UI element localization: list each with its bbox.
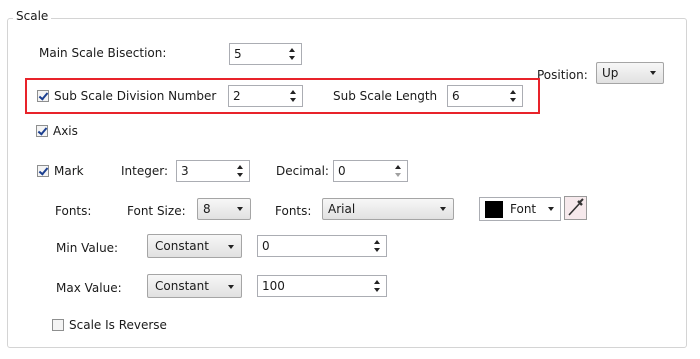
max-mode-value: Constant: [155, 279, 209, 293]
decimal-spinbox[interactable]: 0: [333, 160, 408, 182]
spin-arrows-icon[interactable]: [288, 87, 300, 105]
max-value-value: 100: [262, 279, 285, 293]
font-size-label: Font Size:: [127, 204, 186, 218]
fonts-row-label: Fonts:: [55, 204, 92, 218]
chevron-down-icon: [228, 285, 234, 289]
spin-arrows-icon[interactable]: [393, 162, 405, 180]
group-title: Scale: [13, 9, 52, 23]
min-mode-value: Constant: [155, 239, 209, 253]
color-picker-button[interactable]: [564, 196, 587, 220]
scale-reverse-checkbox[interactable]: [52, 319, 64, 331]
main-scale-label: Main Scale Bisection:: [39, 46, 167, 60]
min-value-value: 0: [262, 239, 270, 253]
min-value-label: Min Value:: [56, 241, 119, 255]
spin-arrows-icon[interactable]: [372, 237, 384, 255]
chevron-down-icon: [228, 245, 234, 249]
font-size-value: 8: [203, 202, 211, 216]
sub-length-spinbox[interactable]: 6: [447, 85, 523, 107]
mark-label: Mark: [54, 164, 84, 178]
axis-label: Axis: [53, 124, 78, 138]
color-swatch: [485, 201, 503, 218]
position-label: Position:: [537, 68, 588, 82]
chevron-down-icon: [650, 71, 656, 75]
font-size-dropdown[interactable]: 8: [197, 198, 251, 220]
position-dropdown[interactable]: Up: [596, 62, 664, 84]
min-value-spinbox[interactable]: 0: [257, 235, 387, 257]
position-value: Up: [602, 66, 619, 80]
sub-length-value: 6: [452, 89, 460, 103]
chevron-down-icon: [440, 207, 446, 211]
decimal-value: 0: [338, 164, 346, 178]
eyedropper-icon: [568, 198, 584, 216]
spin-arrows-icon[interactable]: [372, 277, 384, 295]
sub-scale-label: Sub Scale Division Number: [54, 89, 217, 103]
font-family-label: Fonts:: [275, 204, 312, 218]
spin-arrows-icon[interactable]: [287, 45, 299, 63]
font-family-dropdown[interactable]: Arial: [322, 198, 454, 220]
chevron-down-icon: [548, 207, 554, 211]
main-scale-spinbox[interactable]: 5: [229, 43, 302, 65]
spin-arrows-icon[interactable]: [508, 87, 520, 105]
integer-spinbox[interactable]: 3: [176, 160, 250, 182]
integer-value: 3: [181, 164, 189, 178]
main-scale-value: 5: [234, 47, 242, 61]
decimal-label: Decimal:: [276, 164, 329, 178]
chevron-down-icon: [237, 207, 243, 211]
axis-checkbox[interactable]: [36, 125, 48, 137]
max-value-label: Max Value:: [56, 281, 122, 295]
sub-length-label: Sub Scale Length: [333, 89, 438, 103]
max-mode-dropdown[interactable]: Constant: [147, 274, 242, 298]
sub-scale-spinbox[interactable]: 2: [228, 85, 303, 107]
scale-reverse-label: Scale Is Reverse: [69, 318, 167, 332]
min-mode-dropdown[interactable]: Constant: [147, 234, 242, 258]
font-family-value: Arial: [328, 202, 356, 216]
font-button-label: Font: [510, 202, 537, 216]
integer-label: Integer:: [121, 164, 168, 178]
max-value-spinbox[interactable]: 100: [257, 275, 387, 297]
spin-arrows-icon[interactable]: [235, 162, 247, 180]
sub-scale-checkbox[interactable]: [37, 90, 49, 102]
mark-checkbox[interactable]: [37, 165, 49, 177]
sub-scale-value: 2: [233, 89, 241, 103]
